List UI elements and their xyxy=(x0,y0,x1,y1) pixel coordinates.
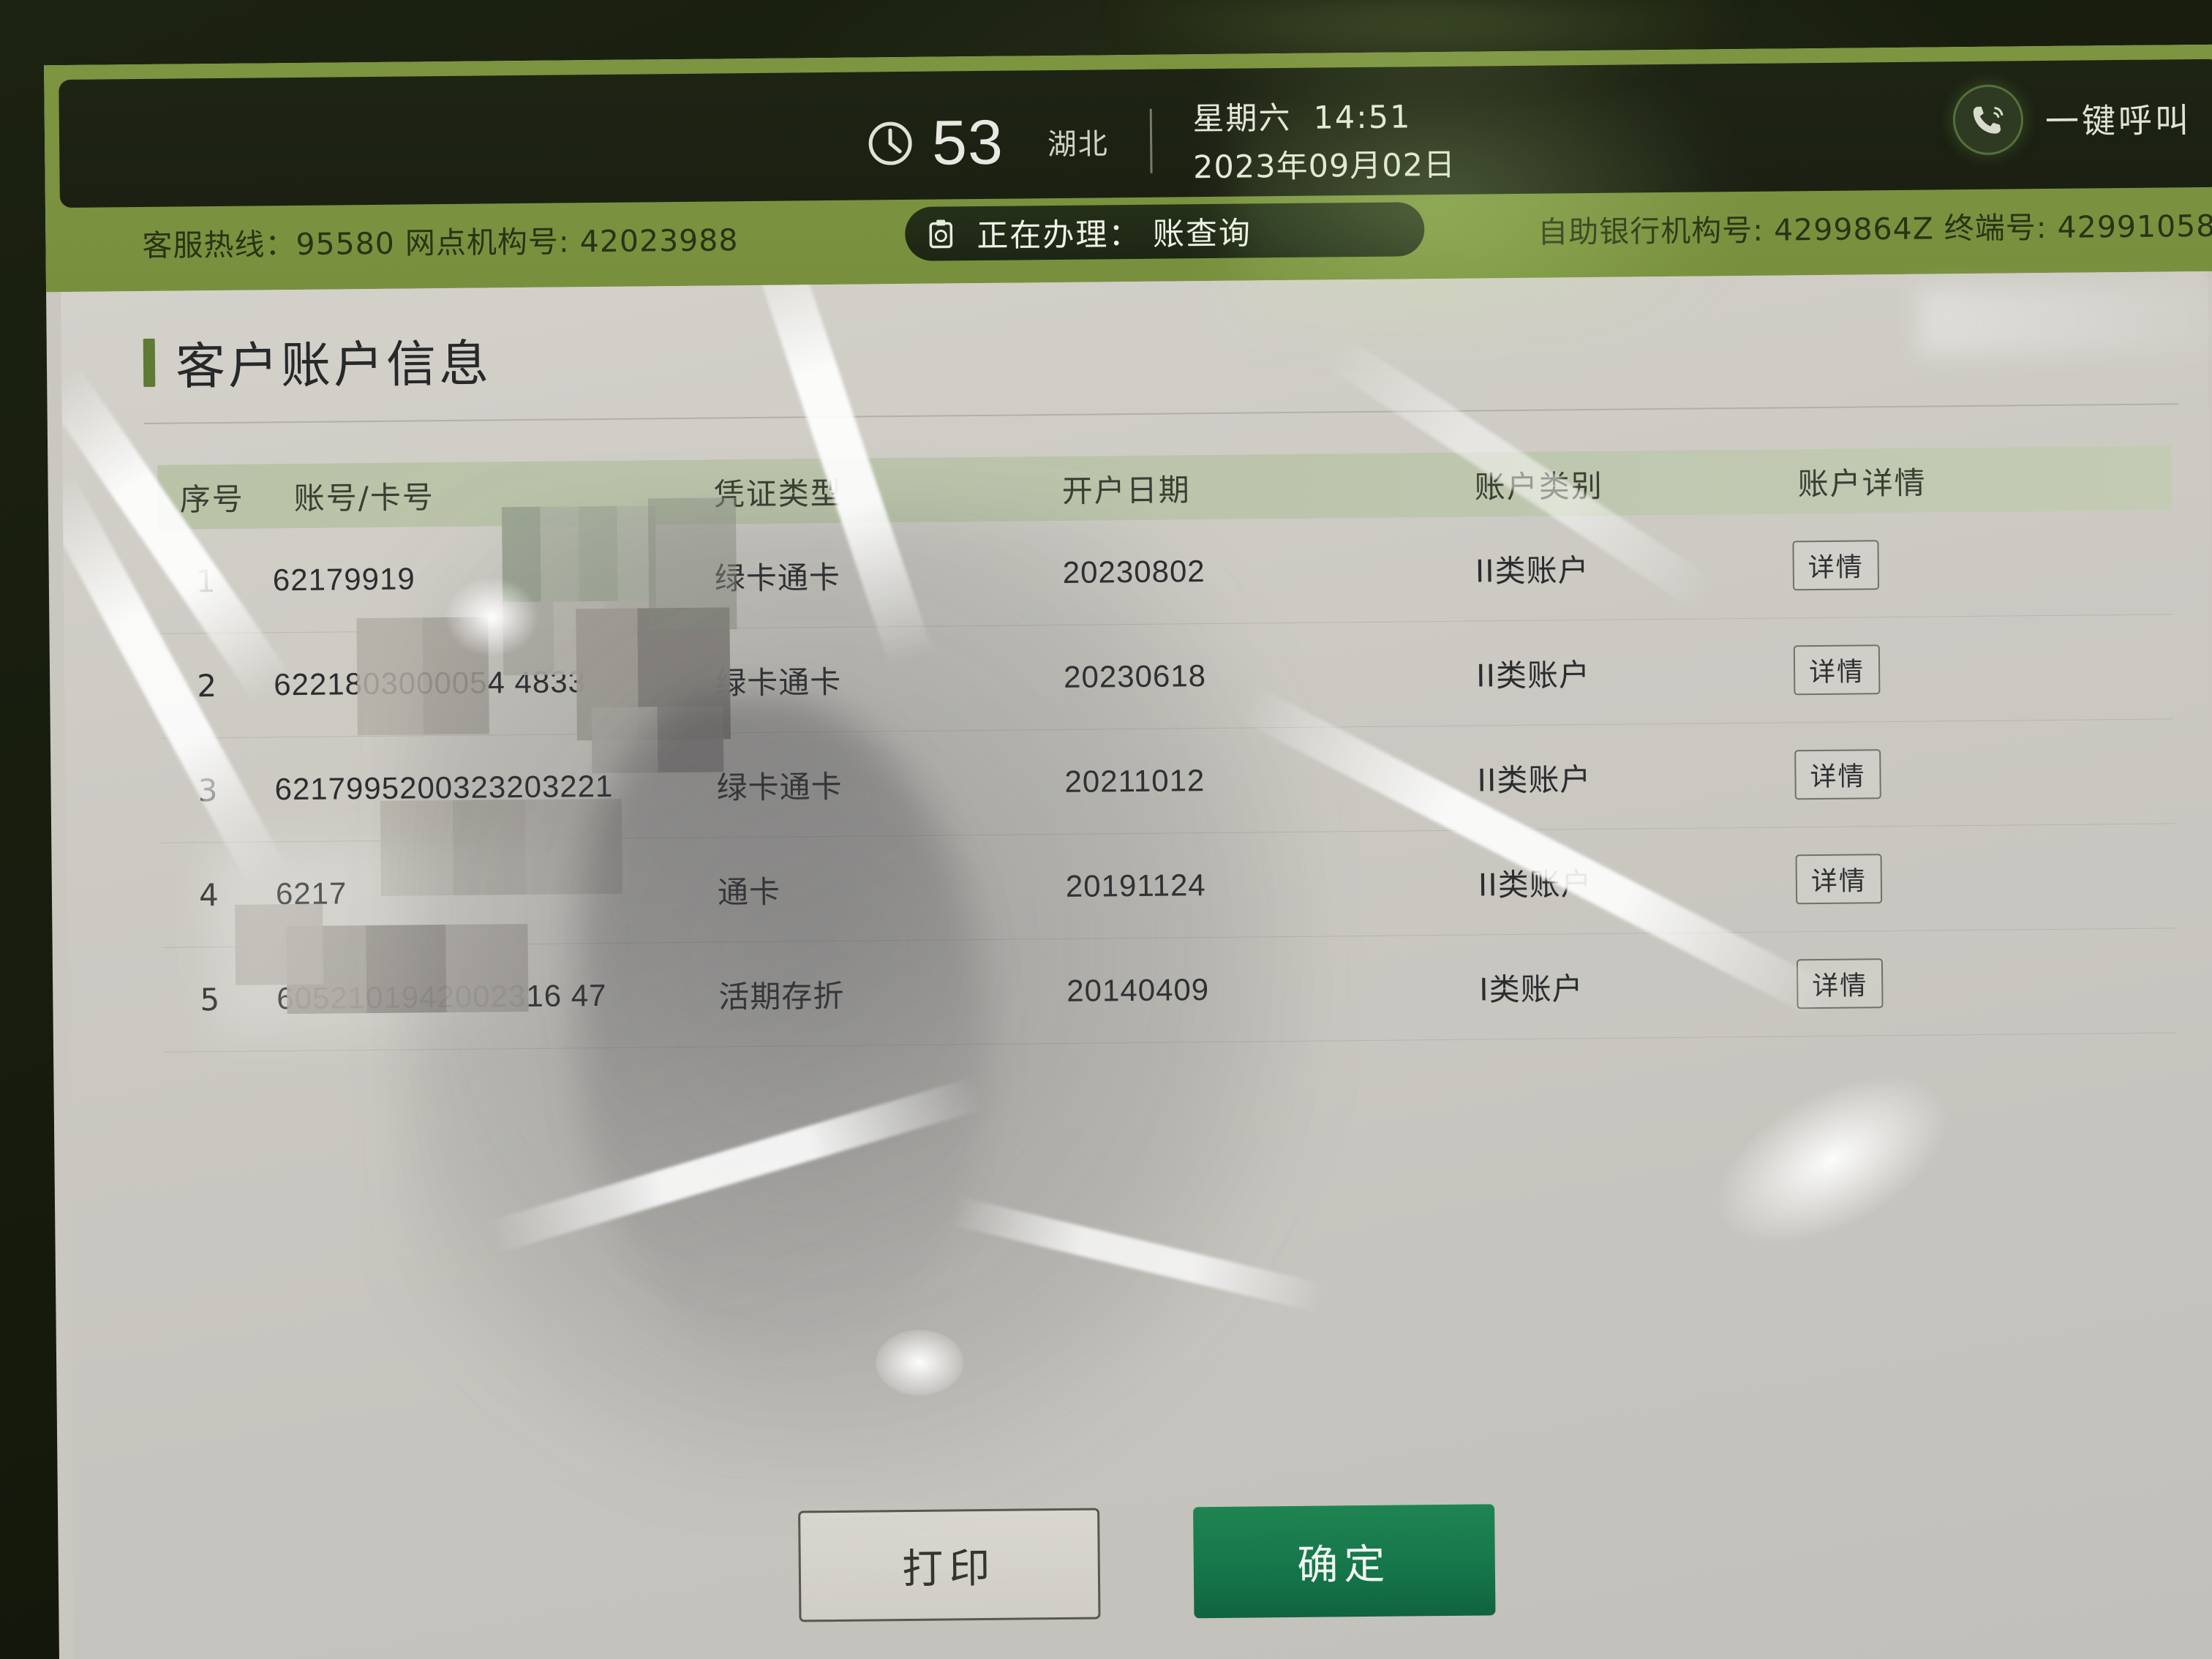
phone-icon xyxy=(1952,84,2024,156)
row-account: 6052101942002316 47 xyxy=(276,977,607,1016)
task-clipboard-icon xyxy=(924,217,958,250)
column-header-class: 账户类别 xyxy=(1474,467,1603,505)
hotline-branch-info: 客服热线：95580 网点机构号: 42023988 xyxy=(142,222,739,263)
weekday-time-row: 星期六 14:51 xyxy=(1192,91,1455,139)
one-key-call-button[interactable]: 一键呼叫 xyxy=(1952,83,2192,156)
row-detail-cell: 详情 xyxy=(1779,955,2177,1009)
table-row: 5 6052101942002316 47 活期存折 20140409 I类账户… xyxy=(162,928,2177,1053)
row-detail-cell: 详情 xyxy=(1777,746,2175,800)
terminal-info: 自助银行机构号: 4299864Z 终端号: 42991058 xyxy=(1538,208,2212,250)
row-index: 1 xyxy=(195,563,217,599)
row-open-date: 20230618 xyxy=(1063,658,1207,694)
date-label: 2023年09月02日 xyxy=(1192,146,1456,187)
row-account-class: II类账户 xyxy=(1475,656,1591,694)
title-underline xyxy=(143,403,2178,424)
row-open-date: 20230802 xyxy=(1062,554,1205,590)
header-divider xyxy=(1149,108,1153,173)
row-index: 3 xyxy=(198,772,219,808)
weekday-label: 星期六 xyxy=(1192,99,1292,138)
row-account: 6217 xyxy=(275,876,347,911)
confirm-button[interactable]: 确定 xyxy=(1192,1504,1496,1619)
row-account-class: I类账户 xyxy=(1479,970,1584,1008)
row-open-date: 20191124 xyxy=(1065,868,1206,903)
table-row: 2 6221803000054 4833 绿卡通卡 20230618 II类账户… xyxy=(159,614,2174,739)
row-account: 6221803000054 4833 xyxy=(273,664,587,702)
print-button[interactable]: 打印 xyxy=(797,1508,1101,1622)
detail-button[interactable]: 详情 xyxy=(1792,540,1880,591)
row-index: 2 xyxy=(197,667,218,704)
queue-number: 53 xyxy=(931,107,1004,178)
accounts-table: 序号 账号/卡号 凭证类型 开户日期 账户类别 账户详情 1 62179919 … xyxy=(157,445,2177,1053)
row-account-class: II类账户 xyxy=(1478,865,1592,903)
atm-screen-photo: 53 湖北 星期六 14:51 2023年09月02日 一键呼叫 客服热线：95… xyxy=(0,0,2212,1659)
row-open-date: 20211012 xyxy=(1064,763,1205,799)
page-title-row: 客户账户信息 xyxy=(143,323,492,399)
row-voucher-type: 绿卡通卡 xyxy=(716,768,843,805)
datetime-block: 星期六 14:51 2023年09月02日 xyxy=(1192,91,1456,187)
row-index: 4 xyxy=(198,876,220,913)
detail-button[interactable]: 详情 xyxy=(1793,644,1881,696)
column-header-account: 账号/卡号 xyxy=(293,478,435,516)
row-account-class: II类账户 xyxy=(1475,552,1590,590)
detail-button[interactable]: 详情 xyxy=(1794,749,1881,800)
detail-button[interactable]: 详情 xyxy=(1796,958,1884,1009)
column-header-index: 序号 xyxy=(179,481,245,518)
table-row: 3 6217995200323203221 绿卡通卡 20211012 II类账… xyxy=(159,719,2175,843)
column-header-opendate: 开户日期 xyxy=(1061,471,1191,509)
row-voucher-type: 通卡 xyxy=(717,873,781,910)
photo-glare xyxy=(949,1196,1327,1313)
header-dark-panel: 53 湖北 星期六 14:51 2023年09月02日 一键呼叫 xyxy=(59,59,2212,208)
column-header-voucher: 凭证类型 xyxy=(713,475,843,513)
content-area: 客户账户信息 序号 账号/卡号 凭证类型 开户日期 账户类别 账户详情 1 62… xyxy=(61,271,2212,1659)
photo-glare xyxy=(1691,1042,1973,1278)
queue-status: 53 湖北 星期六 14:51 2023年09月02日 xyxy=(868,91,1456,191)
row-index: 5 xyxy=(200,981,221,1017)
row-account: 62179919 xyxy=(272,561,415,598)
row-open-date: 20140409 xyxy=(1066,972,1210,1008)
current-task-text: 正在办理： 账查询 xyxy=(977,215,1252,255)
atm-screen: 53 湖北 星期六 14:51 2023年09月02日 一键呼叫 客服热线：95… xyxy=(44,44,2212,1659)
page-title: 客户账户信息 xyxy=(175,335,492,396)
row-voucher-type: 绿卡通卡 xyxy=(714,559,841,597)
detail-button[interactable]: 详情 xyxy=(1795,854,1883,905)
one-key-call-label: 一键呼叫 xyxy=(2044,100,2192,142)
column-header-detail: 账户详情 xyxy=(1797,464,1927,502)
table-row: 1 62179919 绿卡通卡 20230802 II类账户 详情 xyxy=(158,510,2173,634)
row-account: 6217995200323203221 xyxy=(274,768,614,807)
photo-glare xyxy=(484,1076,985,1255)
photo-glare xyxy=(875,1329,964,1396)
row-detail-cell: 详情 xyxy=(1775,537,2172,591)
row-detail-cell: 详情 xyxy=(1776,642,2174,696)
row-voucher-type: 绿卡通卡 xyxy=(715,663,842,701)
row-account-class: II类账户 xyxy=(1477,761,1592,799)
row-voucher-type: 活期存折 xyxy=(718,977,845,1015)
time-label: 14:51 xyxy=(1313,99,1412,137)
clock-icon xyxy=(868,121,914,167)
header-band: 53 湖北 星期六 14:51 2023年09月02日 一键呼叫 客服热线：95… xyxy=(44,44,2212,293)
row-detail-cell: 详情 xyxy=(1778,851,2176,905)
current-task-pill: 正在办理： 账查询 xyxy=(904,202,1425,261)
action-buttons: 打印 确定 xyxy=(72,1497,2212,1629)
province-label: 湖北 xyxy=(1047,127,1110,162)
table-row: 4 6217 通卡 20191124 II类账户 详情 xyxy=(161,824,2176,948)
title-accent-bar xyxy=(143,338,156,387)
